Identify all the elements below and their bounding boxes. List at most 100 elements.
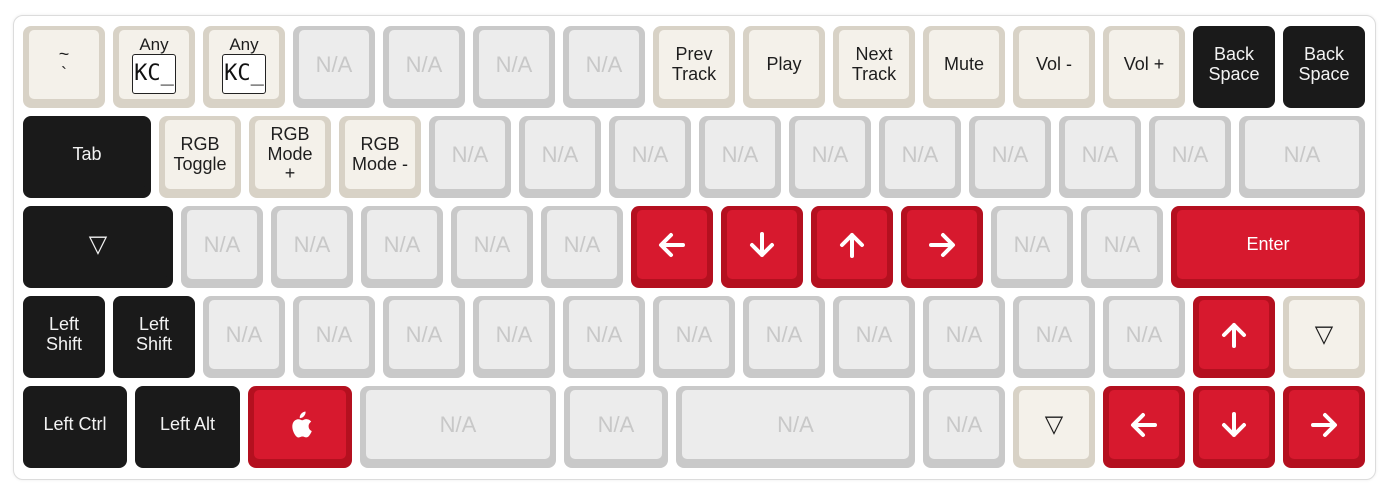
key-mute[interactable]: Mute bbox=[923, 26, 1005, 108]
key-rgb-mode-plus[interactable]: RGB Mode + bbox=[249, 116, 331, 198]
key-na[interactable]: N/A bbox=[473, 26, 555, 108]
key-na[interactable]: N/A bbox=[181, 206, 263, 288]
key-label: Any bbox=[229, 34, 259, 54]
key-prev-track[interactable]: Prev Track bbox=[653, 26, 735, 108]
key-rgb-toggle[interactable]: RGB Toggle bbox=[159, 116, 241, 198]
key-any-1[interactable]: Any KC_ bbox=[113, 26, 195, 108]
arrow-right-icon bbox=[929, 232, 955, 257]
key-na[interactable]: N/A bbox=[653, 296, 735, 378]
key-na[interactable]: N/A bbox=[383, 26, 465, 108]
key-arrow-right[interactable] bbox=[901, 206, 983, 288]
key-na[interactable]: N/A bbox=[383, 296, 465, 378]
key-arrow-down-2[interactable] bbox=[1193, 386, 1275, 468]
key-na[interactable]: N/A bbox=[429, 116, 511, 198]
key-layer-3[interactable]: ▽ bbox=[1013, 386, 1095, 468]
key-na[interactable]: N/A bbox=[451, 206, 533, 288]
key-play[interactable]: Play bbox=[743, 26, 825, 108]
key-label: Mute bbox=[929, 30, 999, 99]
key-label-line: Space bbox=[1298, 63, 1350, 84]
key-grave[interactable]: ~ ` bbox=[23, 26, 105, 108]
key-label: N/A bbox=[367, 210, 437, 279]
key-label-line: Prev bbox=[675, 44, 713, 65]
key-arrow-left-2[interactable] bbox=[1103, 386, 1185, 468]
key-arrow-up[interactable] bbox=[811, 206, 893, 288]
key-backspace-1[interactable]: Back Space bbox=[1193, 26, 1275, 108]
key-na[interactable]: N/A bbox=[833, 296, 915, 378]
key-left-shift-2[interactable]: Left Shift bbox=[113, 296, 195, 378]
key-na[interactable]: N/A bbox=[1013, 296, 1095, 378]
key-na[interactable]: N/A bbox=[969, 116, 1051, 198]
key-label: N/A bbox=[705, 120, 775, 189]
key-command[interactable] bbox=[248, 386, 352, 468]
keycode-field[interactable]: KC_ bbox=[132, 53, 176, 94]
key-vol-up[interactable]: Vol + bbox=[1103, 26, 1185, 108]
key-label-line: Back bbox=[1303, 44, 1345, 65]
key-arrow-down[interactable] bbox=[721, 206, 803, 288]
key-na[interactable]: N/A bbox=[564, 386, 668, 468]
key-label: Tab bbox=[29, 120, 145, 189]
key-na-space-left[interactable]: N/A bbox=[360, 386, 556, 468]
key-na[interactable]: N/A bbox=[473, 296, 555, 378]
key-label-line: Shift bbox=[135, 333, 173, 354]
key-vol-down[interactable]: Vol - bbox=[1013, 26, 1095, 108]
key-layer[interactable]: ▽ bbox=[23, 206, 173, 288]
key-na-space-right[interactable]: N/A bbox=[676, 386, 915, 468]
key-label: N/A bbox=[1065, 120, 1135, 189]
key-rgb-mode-minus[interactable]: RGB Mode - bbox=[339, 116, 421, 198]
key-na[interactable]: N/A bbox=[541, 206, 623, 288]
key-na[interactable]: N/A bbox=[609, 116, 691, 198]
key-na[interactable]: N/A bbox=[743, 296, 825, 378]
key-label: N/A bbox=[615, 120, 685, 189]
key-na[interactable]: N/A bbox=[519, 116, 601, 198]
key-na[interactable]: N/A bbox=[293, 296, 375, 378]
arrow-up-icon bbox=[1222, 322, 1246, 348]
key-backspace-2[interactable]: Back Space bbox=[1283, 26, 1365, 108]
key-label: N/A bbox=[749, 300, 819, 369]
key-na[interactable]: N/A bbox=[203, 296, 285, 378]
key-label: N/A bbox=[659, 300, 729, 369]
key-enter[interactable]: Enter bbox=[1171, 206, 1365, 288]
key-next-track[interactable]: Next Track bbox=[833, 26, 915, 108]
key-arrow-right-2[interactable] bbox=[1283, 386, 1365, 468]
key-arrow-left[interactable] bbox=[631, 206, 713, 288]
key-left-alt[interactable]: Left Alt bbox=[135, 386, 240, 468]
key-na[interactable]: N/A bbox=[1149, 116, 1231, 198]
key-label: N/A bbox=[479, 300, 549, 369]
key-na[interactable]: N/A bbox=[1103, 296, 1185, 378]
key-arrow-up-2[interactable] bbox=[1193, 296, 1275, 378]
key-na[interactable]: N/A bbox=[789, 116, 871, 198]
key-label: N/A bbox=[929, 300, 999, 369]
key-na[interactable]: N/A bbox=[293, 26, 375, 108]
key-na[interactable]: N/A bbox=[361, 206, 443, 288]
key-left-shift-1[interactable]: Left Shift bbox=[23, 296, 105, 378]
key-label: N/A bbox=[366, 390, 550, 459]
arrow-down-icon bbox=[750, 231, 774, 257]
key-label: N/A bbox=[435, 120, 505, 189]
key-na-wide[interactable]: N/A bbox=[1239, 116, 1365, 198]
key-na[interactable]: N/A bbox=[1081, 206, 1163, 288]
key-na[interactable]: N/A bbox=[923, 296, 1005, 378]
key-na[interactable]: N/A bbox=[879, 116, 961, 198]
key-na[interactable]: N/A bbox=[991, 206, 1073, 288]
key-na[interactable]: N/A bbox=[923, 386, 1005, 468]
key-label: N/A bbox=[299, 300, 369, 369]
key-layer-2[interactable]: ▽ bbox=[1283, 296, 1365, 378]
key-na[interactable]: N/A bbox=[699, 116, 781, 198]
key-label-line: RGB bbox=[180, 134, 220, 155]
key-label: N/A bbox=[569, 30, 639, 99]
arrow-right-icon bbox=[1311, 412, 1337, 437]
key-label: N/A bbox=[682, 390, 909, 459]
key-left-ctrl[interactable]: Left Ctrl bbox=[23, 386, 127, 468]
key-na[interactable]: N/A bbox=[563, 26, 645, 108]
key-any-2[interactable]: Any KC_ bbox=[203, 26, 285, 108]
key-label-line: Track bbox=[671, 63, 717, 84]
key-label: N/A bbox=[277, 210, 347, 279]
key-na[interactable]: N/A bbox=[271, 206, 353, 288]
key-label: N/A bbox=[885, 120, 955, 189]
keycode-field[interactable]: KC_ bbox=[222, 53, 266, 94]
key-label-line: ` bbox=[61, 63, 67, 84]
key-na[interactable]: N/A bbox=[563, 296, 645, 378]
key-label: N/A bbox=[975, 120, 1045, 189]
key-na[interactable]: N/A bbox=[1059, 116, 1141, 198]
key-tab[interactable]: Tab bbox=[23, 116, 151, 198]
